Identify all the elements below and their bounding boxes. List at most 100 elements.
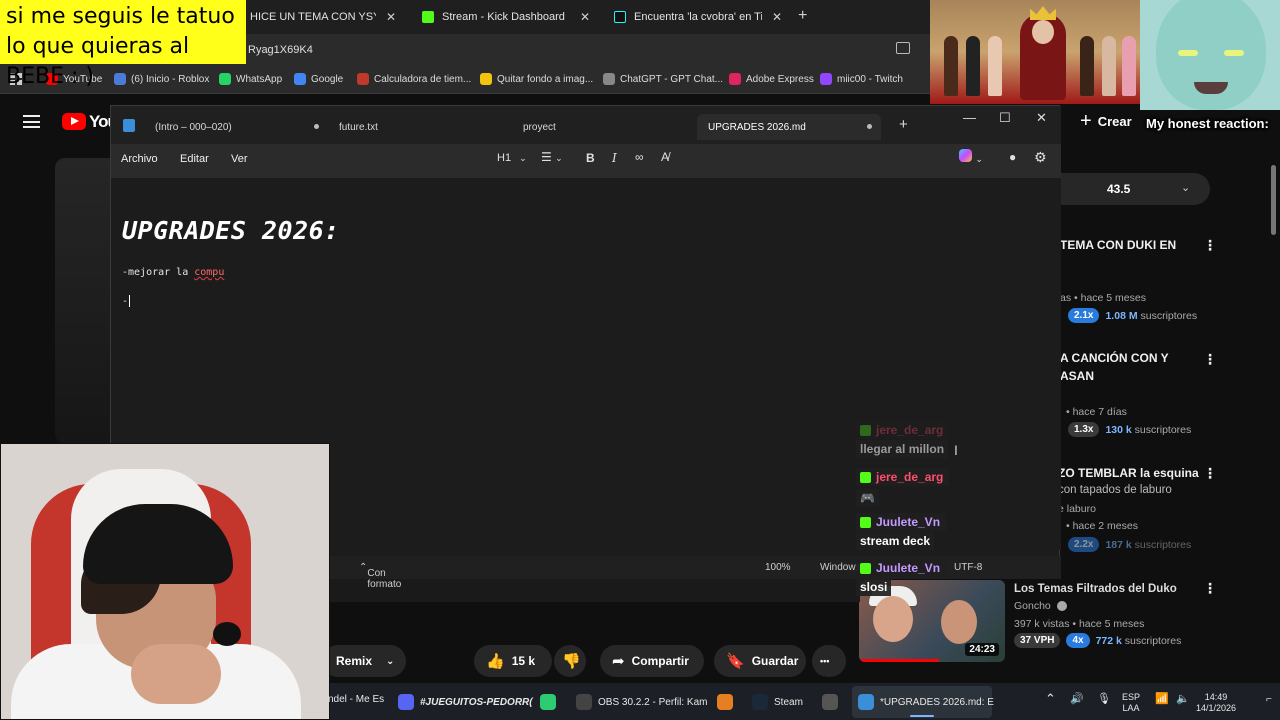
taskbar-app[interactable] (540, 694, 562, 710)
encoding[interactable]: UTF-8 (954, 562, 982, 573)
taskbar-app[interactable]: *UPGRADES 2026.md: E (858, 694, 994, 710)
chat-username[interactable]: Juulete_Vn (856, 559, 947, 577)
bookmark-item[interactable]: ChatGPT - GPT Chat... (603, 73, 723, 85)
youtube-logo-icon[interactable] (62, 113, 86, 130)
heading-dropdown[interactable]: H1 ⌄ (497, 152, 527, 164)
figure (1102, 36, 1116, 96)
scrollbar[interactable] (1271, 165, 1276, 235)
new-tab-button[interactable]: + (899, 116, 908, 133)
gear-icon[interactable]: ⚙ (1034, 149, 1047, 166)
related-video-stats: 37 VPH 4x 772 k suscriptores (1014, 633, 1181, 648)
bookmark-item[interactable]: Google (294, 73, 343, 85)
crown-icon (1030, 6, 1056, 20)
close-icon[interactable]: ✕ (570, 10, 590, 24)
bookmark-item[interactable]: Calculadora de tiem... (357, 73, 471, 85)
dislike-button[interactable]: 👎 (554, 645, 586, 677)
subs-label: suscriptores (1134, 423, 1192, 436)
chevron-up-icon[interactable]: ⌃ (1045, 692, 1056, 705)
unsaved-dot (867, 124, 872, 129)
chat-username[interactable]: Juulete_Vn (856, 513, 947, 531)
browser-tab-tiktok[interactable]: Encuentra 'la cvobra' en TikTok ✕ (604, 4, 792, 30)
chevron-down-icon: ⌄ (519, 153, 527, 163)
more-vert-icon[interactable]: ⋮ (1203, 465, 1217, 482)
unsaved-dot (314, 124, 319, 129)
language-code: ESP (1122, 692, 1141, 702)
more-vert-icon[interactable]: ⋮ (1203, 237, 1217, 254)
notepad-tab-active[interactable]: UPGRADES 2026.md (697, 114, 881, 140)
menu-ver[interactable]: Ver (231, 153, 248, 165)
bookmark-item[interactable]: Adobe Express (729, 73, 814, 85)
more-actions-button[interactable]: ••• (812, 645, 846, 677)
streamer-hand (131, 644, 221, 704)
minimize-button[interactable]: — (963, 110, 976, 125)
taskbar-app[interactable]: OBS 30.2.2 - Perfil: Kam (576, 694, 708, 710)
taskbar-app[interactable]: #JUEGUITOS-PEDORR( (398, 694, 533, 710)
bookmark-item[interactable]: (6) Inicio - Roblox (114, 73, 209, 85)
menu-icon[interactable] (23, 115, 40, 128)
bookmark-item[interactable]: miic00 - Twitch (820, 73, 903, 85)
copilot-icon[interactable]: ⌄ (959, 149, 983, 165)
format-label: Con formato (367, 568, 402, 590)
app-icon (576, 694, 592, 710)
related-video-title[interactable]: ZO TEMBLAR la esquina (1058, 464, 1208, 482)
list-icon[interactable]: ☰ ⌄ (541, 150, 563, 164)
chat-username[interactable]: jere_de_arg (856, 421, 950, 439)
chevron-down-icon[interactable]: ⌄ (1181, 181, 1190, 194)
bookmark-item[interactable]: Quitar fondo a imag... (480, 73, 593, 85)
maximize-button[interactable]: ☐ (999, 110, 1011, 126)
wifi-icon[interactable]: 📶 (1155, 694, 1169, 705)
related-video-meta: • hace 2 meses (1066, 520, 1138, 532)
taskbar-app[interactable]: ndel - Me Es (328, 694, 384, 705)
notepad-tab[interactable]: future.txt (339, 114, 378, 140)
taskbar-app[interactable] (717, 694, 739, 710)
line-ending[interactable]: Windows (820, 562, 861, 573)
close-icon[interactable]: ✕ (376, 10, 396, 24)
language-indicator[interactable]: ESP LAA (1122, 692, 1140, 714)
volume-icon[interactable]: 🔊 (1070, 694, 1084, 705)
related-video-title[interactable]: Los Temas Filtrados del Duko (1014, 580, 1214, 598)
cast-icon[interactable] (896, 42, 910, 54)
clock[interactable]: 14:49 14/1/2026 (1196, 692, 1236, 714)
share-button[interactable]: ➦ Compartir (600, 645, 704, 677)
close-icon[interactable]: ✕ (762, 10, 782, 24)
misspelled-word[interactable]: compu (194, 267, 224, 278)
bookmark-icon (357, 73, 369, 85)
format-mode[interactable]: ⌃ Con formato (359, 562, 401, 590)
related-video-title[interactable]: A CANCIÓN CON Y ASAN (1060, 349, 1200, 385)
mic-icon[interactable]: 🎙 (1097, 694, 1111, 705)
new-tab-button[interactable]: + (798, 7, 807, 25)
taskbar-app[interactable]: Steam (752, 694, 803, 710)
related-video-title[interactable]: TEMA CON DUKI EN (1060, 236, 1200, 254)
menu-archivo[interactable]: Archivo (121, 153, 158, 165)
bookmark-item[interactable]: WhatsApp (219, 73, 282, 85)
notepad-tab[interactable]: (Intro – 000–020) (155, 114, 232, 140)
browser-tab-kick[interactable]: Stream - Kick Dashboard ✕ (412, 4, 600, 30)
related-video-channel[interactable]: Goncho (1014, 600, 1067, 612)
taskbar-app[interactable] (822, 694, 844, 710)
bold-icon[interactable]: B (586, 151, 595, 165)
more-vert-icon[interactable]: ⋮ (1203, 351, 1217, 368)
subs-count: 772 k (1095, 634, 1122, 647)
browser-tab-youtube[interactable]: HICE UN TEMA CON YSY A - Yo ✕ (240, 4, 406, 30)
menu-editar[interactable]: Editar (180, 153, 209, 165)
like-button[interactable]: 👍 15 k (474, 645, 552, 677)
save-button[interactable]: 🔖 Guardar (714, 645, 806, 677)
chat-username[interactable]: jere_de_arg (856, 468, 950, 486)
link-icon[interactable]: ∞ (635, 150, 644, 164)
close-button[interactable]: ✕ (1036, 110, 1047, 126)
more-vert-icon[interactable]: ⋮ (1203, 580, 1217, 597)
document-heading: UPGRADES 2026: (122, 216, 340, 245)
create-button[interactable]: + Crear (1080, 110, 1132, 133)
vph-pill: 37 VPH (1014, 633, 1061, 648)
related-video-channel[interactable]: e laburo (1058, 503, 1096, 515)
italic-icon[interactable]: I (612, 151, 617, 165)
address-bar-url[interactable]: Ryag1X69K4 (248, 44, 313, 56)
speaker-icon[interactable]: 🔈 (1176, 694, 1190, 705)
account-icon[interactable]: ● (1009, 150, 1016, 164)
notification-icon[interactable]: ⌐ (1266, 694, 1272, 705)
subs-label: suscriptores (1124, 634, 1182, 647)
notepad-tab[interactable]: proyect (523, 114, 556, 140)
remix-button[interactable]: Remix ⌄ (322, 645, 406, 677)
clear-format-icon[interactable]: A̸ (661, 150, 669, 164)
zoom-level[interactable]: 100% (765, 562, 791, 573)
